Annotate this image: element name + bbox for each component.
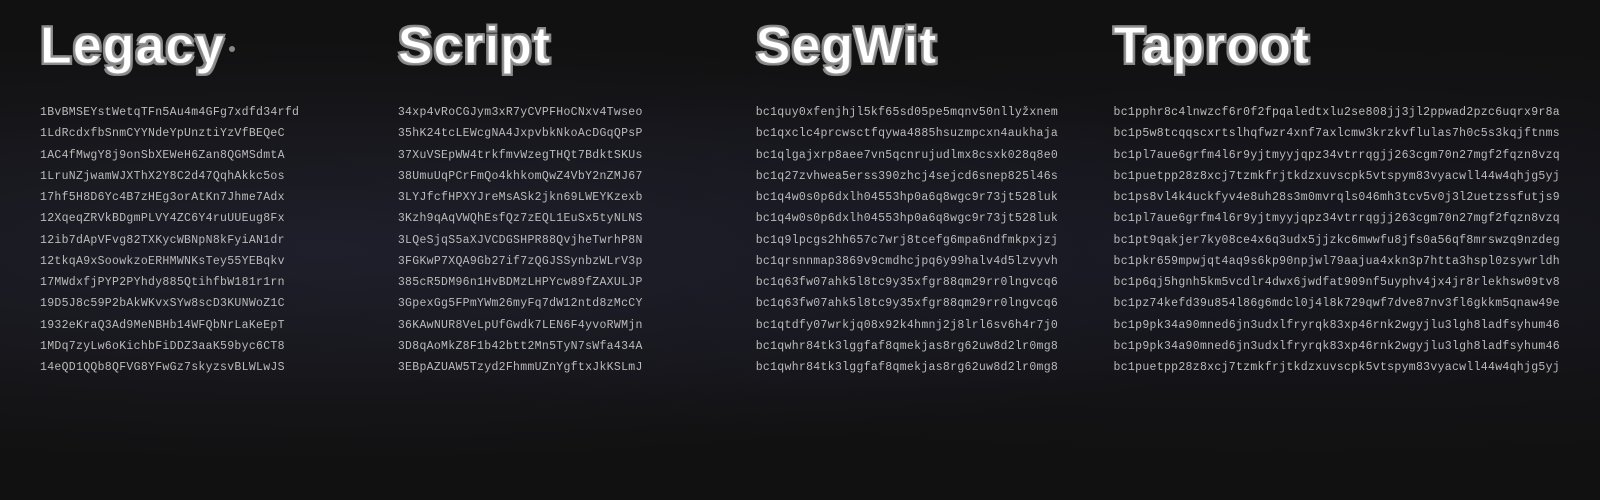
address-item: bc1qlgajxrp8aee7vn5qcnrujudlmx8csxk028q8… xyxy=(756,145,1094,166)
address-item: bc1q63fw07ahk5l8tc9y35xfgr88qm29rr0lngvc… xyxy=(756,272,1094,293)
address-item: bc1ps8vl4k4uckfyv4e8uh28s3m0mvrqls046mh3… xyxy=(1114,187,1560,208)
address-item: 3LYJfcfHPXYJreMsASk2jkn69LWEYKzexb xyxy=(398,187,736,208)
address-item: 1LruNZjwamWJXThX2Y8C2d47QqhAkkc5os xyxy=(40,166,378,187)
column-taproot: Taproot bc1pphr8c4lnwzcf6r0f2fpqaledtxlu2… xyxy=(1104,20,1570,378)
address-item: 12tkqA9xSoowkzoERHMWNKsTey55YEBqkv xyxy=(40,251,378,272)
address-item: bc1pl7aue6grfm4l6r9yjtmyyjqpz34vtrrqgjj2… xyxy=(1114,145,1560,166)
address-item: 3Kzh9qAqVWQhEsfQz7zEQL1EuSx5tyNLNS xyxy=(398,208,736,229)
address-item: bc1pl7aue6grfm4l6r9yjtmyyjqpz34vtrrqgjj2… xyxy=(1114,208,1560,229)
address-list-segwit: bc1quy0xfenjhjl5kf65sd05pe5mqnv50nllyžxn… xyxy=(756,102,1094,378)
address-item: 34xp4vRoCGJym3xR7yCVPFHoCNxv4Twseo xyxy=(398,102,736,123)
address-item: bc1qwhr84tk3lggfaf8qmekjas8rg62uw8d2lr0m… xyxy=(756,336,1094,357)
address-item: 17hf5H8D6Yc4B7zHEg3orAtKn7Jhme7Adx xyxy=(40,187,378,208)
address-item: 35hK24tcLEWcgNA4JxpvbkNkoAcDGqQPsP xyxy=(398,123,736,144)
address-item: bc1qxclc4prcwsctfqywa4885hsuzmpcxn4aukha… xyxy=(756,123,1094,144)
main-content: Legacy 1BvBMSEYstWetqTFn5Au4m4GFg7xdfd34r… xyxy=(0,0,1600,398)
title-segwit: SegWit xyxy=(756,20,1094,72)
column-script: Script 34xp4vRoCGJym3xR7yCVPFHoCNxv4Twseo… xyxy=(388,20,746,378)
address-item: 3FGKwP7XQA9Gb27if7zQGJSSynbzWLrV3p xyxy=(398,251,736,272)
title-script: Script xyxy=(398,20,736,72)
address-item: bc1qwhr84tk3lggfaf8qmekjas8rg62uw8d2lr0m… xyxy=(756,357,1094,378)
address-item: 3D8qAoMkZ8F1b42btt2Mn5TyN7sWfa434A xyxy=(398,336,736,357)
address-list-legacy: 1BvBMSEYstWetqTFn5Au4m4GFg7xdfd34rfd1LdR… xyxy=(40,102,378,378)
address-item: 1MDq7zyLw6oKichbFiDDZ3aaK59byc6CT8 xyxy=(40,336,378,357)
address-item: 19D5J8c59P2bAkWKvxSYw8scD3KUNWoZ1C xyxy=(40,293,378,314)
address-item: 12ib7dApVFvg82TXKycWBNpN8kFyiAN1dr xyxy=(40,230,378,251)
address-item: bc1p6qj5hgnh5km5vcdlr4dwx6jwdfat909nf5uy… xyxy=(1114,272,1560,293)
address-item: 1AC4fMwgY8j9onSbXEWeH6Zan8QGMSdmtA xyxy=(40,145,378,166)
address-item: 14eQD1QQb8QFVG8YFwGz7skyzsvBLWLwJS xyxy=(40,357,378,378)
address-item: bc1qtdfy07wrkjq08x92k4hmnj2j8lrl6sv6h4r7… xyxy=(756,315,1094,336)
address-item: 12XqeqZRVkBDgmPLVY4ZC6Y4ruUUEug8Fx xyxy=(40,208,378,229)
address-list-script: 34xp4vRoCGJym3xR7yCVPFHoCNxv4Twseo35hK24… xyxy=(398,102,736,378)
address-list-taproot: bc1pphr8c4lnwzcf6r0f2fpqaledtxlu2se808jj… xyxy=(1114,102,1560,378)
address-item: 1BvBMSEYstWetqTFn5Au4m4GFg7xdfd34rfd xyxy=(40,102,378,123)
address-item: bc1p9pk34a90mned6jn3udxlfryrqk83xp46rnk2… xyxy=(1114,315,1560,336)
address-item: 385cR5DM96n1HvBDMzLHPYcw89fZAXULJP xyxy=(398,272,736,293)
address-item: bc1qrsnnmap3869v9cmdhcjpq6y99halv4d5lzvy… xyxy=(756,251,1094,272)
address-item: bc1p5w8tcqqscxrtslhqfwzr4xnf7axlcmw3krzk… xyxy=(1114,123,1560,144)
column-segwit: SegWit bc1quy0xfenjhjl5kf65sd05pe5mqnv50n… xyxy=(746,20,1104,378)
title-legacy: Legacy xyxy=(40,20,378,72)
address-item: bc1pz74kefd39u854l86g6mdcl0j4l8k729qwf7d… xyxy=(1114,293,1560,314)
address-item: bc1p9pk34a90mned6jn3udxlfryrqk83xp46rnk2… xyxy=(1114,336,1560,357)
address-item: bc1q27zvhwea5erss390zhcj4sejcd6snep825l4… xyxy=(756,166,1094,187)
address-item: 1LdRcdxfbSnmCYYNdeYpUnztiYzVfBEQeC xyxy=(40,123,378,144)
address-item: bc1pphr8c4lnwzcf6r0f2fpqaledtxlu2se808jj… xyxy=(1114,102,1560,123)
address-item: bc1q9lpcgs2hh657c7wrj8tcefg6mpa6ndfmkpxj… xyxy=(756,230,1094,251)
address-item: 3GpexGg5FPmYWm26myFq7dW12ntd8zMcCY xyxy=(398,293,736,314)
address-item: bc1q4w0s0p6dxlh04553hp0a6q8wgc9r73jt528l… xyxy=(756,208,1094,229)
address-item: bc1puetpp28z8xcj7tzmkfrjtkdzxuvscpk5vtsp… xyxy=(1114,357,1560,378)
address-item: bc1pkr659mpwjqt4aq9s6kp90npjwl79aajua4xk… xyxy=(1114,251,1560,272)
address-item: bc1puetpp28z8xcj7tzmkfrjtkdzxuvscpk5vtsp… xyxy=(1114,166,1560,187)
address-item: 17MWdxfjPYP2PYhdy885QtihfbW181r1rn xyxy=(40,272,378,293)
title-taproot: Taproot xyxy=(1114,20,1560,72)
address-item: 37XuVSEpWW4trkfmvWzegTHQt7BdktSKUs xyxy=(398,145,736,166)
address-item: bc1pt9qakjer7ky08ce4x6q3udx5jjzkc6mwwfu8… xyxy=(1114,230,1560,251)
column-legacy: Legacy 1BvBMSEYstWetqTFn5Au4m4GFg7xdfd34r… xyxy=(30,20,388,378)
address-item: 38UmuUqPCrFmQo4khkomQwZ4VbY2nZMJ67 xyxy=(398,166,736,187)
address-item: 36KAwNUR8VeLpUfGwdk7LEN6F4yvoRWMjn xyxy=(398,315,736,336)
address-item: bc1q63fw07ahk5l8tc9y35xfgr88qm29rr0lngvc… xyxy=(756,293,1094,314)
address-item: 3EBpAZUAW5Tzyd2FhmmUZnYgftxJkKSLmJ xyxy=(398,357,736,378)
address-item: bc1q4w0s0p6dxlh04553hp0a6q8wgc9r73jt528l… xyxy=(756,187,1094,208)
address-item: 1932eKraQ3Ad9MeNBHb14WFQbNrLaKeEpT xyxy=(40,315,378,336)
address-item: bc1quy0xfenjhjl5kf65sd05pe5mqnv50nllyžxn… xyxy=(756,102,1094,123)
address-item: 3LQeSjqS5aXJVCDGSHPR88QvjheTwrhP8N xyxy=(398,230,736,251)
